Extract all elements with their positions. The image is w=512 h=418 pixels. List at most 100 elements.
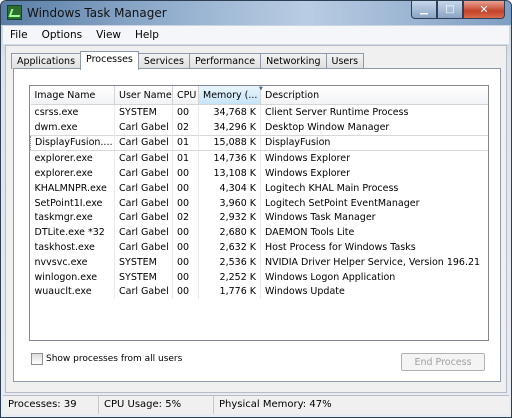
title-bar[interactable]: Windows Task Manager ▁ □ ✕	[1, 1, 511, 25]
cell-memory: 14,736 K	[198, 150, 261, 167]
cell-description: Desktop Window Manager	[260, 119, 488, 136]
sort-descending-icon: ▼	[259, 86, 263, 92]
status-cpu-usage: CPU Usage: 5%	[99, 396, 214, 414]
table-row[interactable]: DisplayFusion.... Carl Gabel 01 15,088 K Dis…	[30, 134, 488, 152]
cell-description: Windows Explorer	[260, 150, 488, 167]
cell-user-name: Carl Gabel	[114, 225, 173, 241]
cell-image-name: winlogon.exe	[30, 269, 115, 285]
close-button[interactable]: ✕	[463, 1, 505, 19]
cell-cpu: 00	[172, 104, 199, 120]
cell-description: Client Server Runtime Process	[260, 104, 488, 120]
menu-file[interactable]: File	[3, 26, 35, 44]
cell-image-name: nvvsvc.exe	[30, 254, 115, 270]
cell-cpu: 00	[172, 240, 199, 255]
cell-memory: 34,768 K	[198, 104, 261, 120]
cell-image-name: DTLite.exe *32	[30, 225, 115, 241]
task-manager-icon	[7, 5, 22, 20]
maximize-button[interactable]: □	[437, 1, 463, 19]
table-row[interactable]: taskmgr.exe Carl Gabel 02 2,932 K Windows Ta…	[30, 210, 488, 226]
cell-user-name: Carl Gabel	[114, 119, 173, 136]
cell-user-name: Carl Gabel	[114, 180, 173, 196]
cell-image-name: taskhost.exe	[30, 240, 115, 255]
cell-memory: 13,108 K	[198, 166, 261, 181]
cell-cpu: 00	[172, 195, 199, 211]
table-row[interactable]: KHALMNPR.exe Carl Gabel 00 4,304 K Logitech …	[30, 180, 488, 196]
column-header-image-name[interactable]: Image Name	[30, 86, 115, 105]
cell-image-name: csrss.exe	[30, 104, 115, 120]
cell-cpu: 01	[172, 150, 199, 167]
menu-options[interactable]: Options	[35, 26, 90, 44]
cell-user-name: Carl Gabel	[114, 150, 173, 167]
table-row[interactable]: taskhost.exe Carl Gabel 00 2,632 K Host Proc…	[30, 240, 488, 255]
tab-applications[interactable]: Applications	[11, 53, 82, 69]
menu-bar: File Options View Help	[3, 26, 509, 44]
table-row[interactable]: wuauclt.exe Carl Gabel 00 1,776 K Windows Up…	[30, 284, 488, 300]
cell-cpu: 01	[172, 134, 199, 152]
status-bar: Processes: 39 CPU Usage: 5% Physical Mem…	[3, 395, 509, 414]
cell-image-name: explorer.exe	[30, 166, 115, 181]
show-all-processes-label[interactable]: Show processes from all users	[46, 354, 182, 364]
tab-strip: Applications Processes Services Performa…	[11, 51, 365, 70]
cell-memory: 2,932 K	[198, 210, 261, 226]
cell-user-name: SYSTEM	[114, 104, 173, 120]
table-row[interactable]: explorer.exe Carl Gabel 01 14,736 K Windows …	[30, 150, 488, 167]
table-row[interactable]: DTLite.exe *32 Carl Gabel 00 2,680 K DAEMON …	[30, 225, 488, 241]
menu-view[interactable]: View	[89, 26, 128, 44]
table-row[interactable]: explorer.exe Carl Gabel 00 13,108 K Windows …	[30, 166, 488, 181]
menu-help[interactable]: Help	[128, 26, 166, 44]
cell-user-name: Carl Gabel	[114, 195, 173, 211]
tab-users[interactable]: Users	[325, 53, 365, 69]
cell-user-name: SYSTEM	[114, 269, 173, 285]
cell-image-name: dwm.exe	[30, 119, 115, 136]
column-header-memory[interactable]: Memory (...	[198, 86, 261, 105]
table-row[interactable]: winlogon.exe SYSTEM 00 2,252 K Windows Logon…	[30, 269, 488, 285]
task-manager-window: Windows Task Manager ▁ □ ✕ File Options …	[0, 0, 512, 418]
cell-image-name: SetPoint1I.exe	[30, 195, 115, 211]
cell-description: Windows Explorer	[260, 166, 488, 181]
minimize-button[interactable]: ▁	[411, 1, 437, 19]
cell-description: Windows Task Manager	[260, 210, 488, 226]
cell-image-name: taskmgr.exe	[30, 210, 115, 226]
status-physical-memory: Physical Memory: 47%	[219, 399, 332, 410]
cell-user-name: Carl Gabel	[114, 166, 173, 181]
process-list[interactable]: Image Name User Name CPU Memory (... Des…	[29, 85, 489, 341]
table-row[interactable]: csrss.exe SYSTEM 00 34,768 K Client Server R…	[30, 104, 488, 120]
cell-image-name: explorer.exe	[30, 150, 115, 167]
tab-services[interactable]: Services	[137, 53, 190, 69]
cell-memory: 2,632 K	[198, 240, 261, 255]
cell-image-name: DisplayFusion....	[30, 134, 115, 152]
show-all-processes[interactable]: Show processes from all users	[31, 353, 182, 365]
column-header-user-name[interactable]: User Name	[114, 86, 173, 105]
cell-image-name: wuauclt.exe	[30, 284, 115, 300]
cell-cpu: 00	[172, 225, 199, 241]
cell-memory: 1,776 K	[198, 284, 261, 300]
cell-user-name: Carl Gabel	[114, 210, 173, 226]
cell-cpu: 02	[172, 119, 199, 136]
cell-description: Logitech KHAL Main Process	[260, 180, 488, 196]
cell-description: DisplayFusion	[260, 134, 488, 152]
cell-cpu: 00	[172, 180, 199, 196]
tab-processes[interactable]: Processes	[80, 51, 139, 70]
cell-cpu: 00	[172, 284, 199, 300]
cell-memory: 2,252 K	[198, 269, 261, 285]
table-row[interactable]: nvvsvc.exe SYSTEM 00 2,536 K NVIDIA Driver H…	[30, 254, 488, 270]
column-header-description[interactable]: Description	[260, 86, 488, 105]
cell-user-name: Carl Gabel	[114, 284, 173, 300]
cell-cpu: 00	[172, 254, 199, 270]
tab-performance[interactable]: Performance	[188, 53, 262, 69]
tab-networking[interactable]: Networking	[260, 53, 327, 69]
cell-cpu: 00	[172, 166, 199, 181]
cell-user-name: Carl Gabel	[114, 134, 173, 152]
cell-image-name: KHALMNPR.exe	[30, 180, 115, 196]
table-row[interactable]: dwm.exe Carl Gabel 02 34,296 K Desktop Windo…	[30, 119, 488, 136]
cell-memory: 15,088 K	[198, 134, 261, 152]
cell-description: Windows Logon Application	[260, 269, 488, 285]
cell-memory: 2,536 K	[198, 254, 261, 270]
column-header-cpu[interactable]: CPU	[172, 86, 199, 105]
table-row[interactable]: SetPoint1I.exe Carl Gabel 00 3,960 K Logitec…	[30, 195, 488, 211]
show-all-processes-checkbox[interactable]	[31, 353, 43, 365]
cell-memory: 34,296 K	[198, 119, 261, 136]
window-title: Windows Task Manager	[27, 6, 167, 20]
end-process-button[interactable]: End Process	[401, 353, 485, 371]
cell-cpu: 00	[172, 269, 199, 285]
